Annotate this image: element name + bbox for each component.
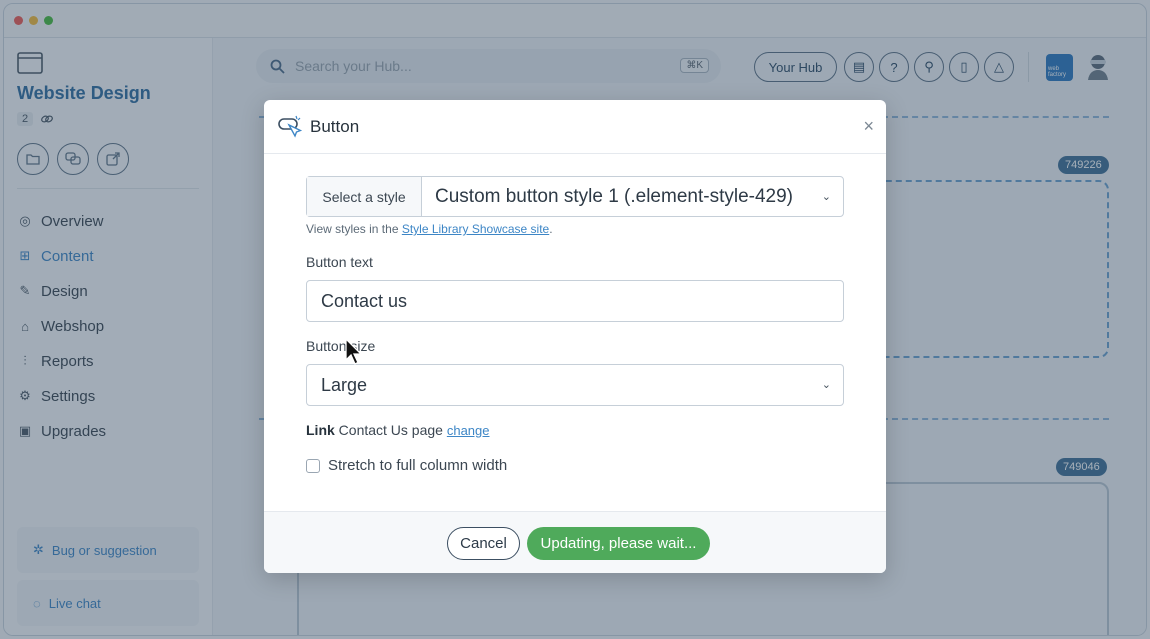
stretch-checkbox-row[interactable]: Stretch to full column width (306, 457, 507, 474)
link-target: Contact Us page (334, 422, 447, 438)
button-text-input[interactable]: Contact us (306, 280, 844, 322)
button-size-select[interactable]: Large ⌄ (306, 364, 844, 406)
button-cursor-icon (278, 115, 302, 138)
chevron-down-icon: ⌄ (821, 191, 831, 203)
updating-button[interactable]: Updating, please wait... (527, 527, 710, 560)
style-select-label: Select a style (307, 177, 422, 216)
button-size-value: Large (321, 374, 368, 395)
change-link[interactable]: change (447, 423, 490, 438)
style-help-prefix: View styles in the (306, 222, 402, 236)
stretch-checkbox-label: Stretch to full column width (328, 457, 508, 474)
close-icon[interactable]: × (863, 116, 874, 137)
chevron-down-icon: ⌄ (821, 379, 831, 391)
mouse-cursor-icon (345, 338, 363, 365)
button-settings-modal: Button × Select a style Custom button st… (264, 100, 886, 573)
link-label: Link (306, 422, 335, 438)
button-size-label: Button size (306, 338, 376, 354)
button-text-label: Button text (306, 254, 373, 270)
stretch-checkbox[interactable] (306, 458, 320, 473)
style-select-value: Custom button style 1 (.element-style-42… (435, 185, 793, 207)
style-select[interactable]: Select a style Custom button style 1 (.e… (306, 176, 844, 217)
cancel-button[interactable]: Cancel (447, 527, 520, 560)
style-help-text: View styles in the Style Library Showcas… (306, 222, 553, 236)
style-library-link[interactable]: Style Library Showcase site (402, 222, 549, 236)
link-row: Link Contact Us page change (306, 422, 490, 438)
modal-title: Button (310, 117, 360, 136)
modal-header: Button × (264, 100, 886, 154)
modal-footer: Cancel Updating, please wait... (264, 511, 886, 573)
style-help-suffix: . (549, 222, 553, 236)
